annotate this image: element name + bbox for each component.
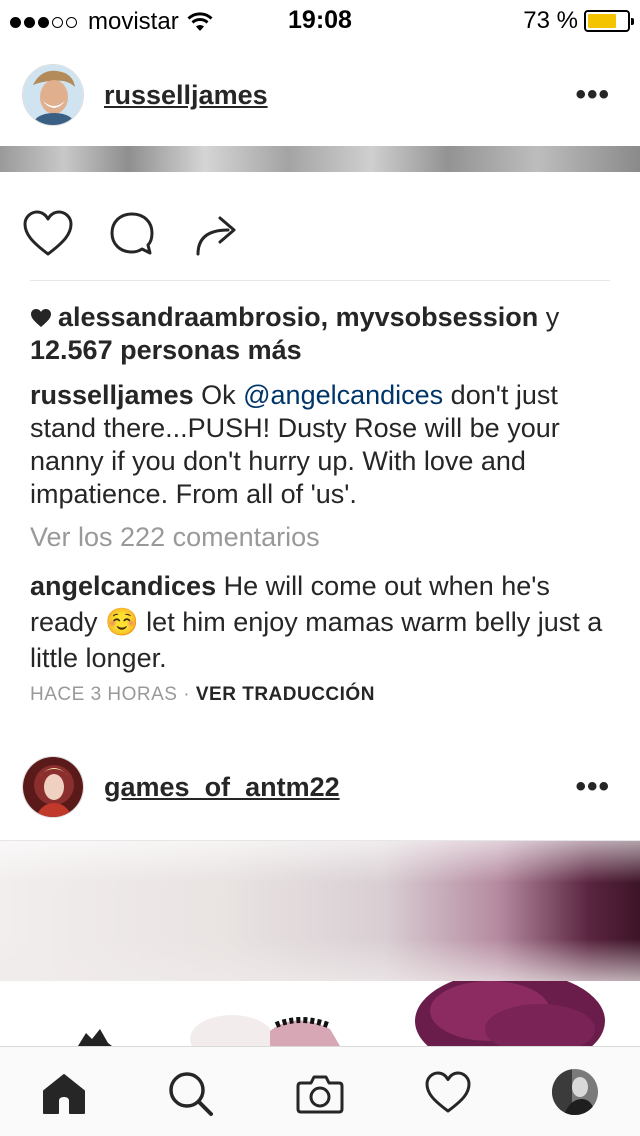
likes-users[interactable]: alessandraambrosio, myvsobsession [58, 302, 538, 332]
comment: angelcandices He will come out when he's… [30, 568, 620, 676]
search-icon[interactable] [166, 1069, 214, 1117]
status-right: 73 % [523, 7, 634, 35]
like-heart-icon[interactable] [22, 210, 74, 258]
likes-others[interactable]: 12.567 personas más [30, 335, 302, 365]
post-meta: HACE 3 HORAS · VER TRADUCCIÓN [30, 684, 375, 706]
post-caption: russelljames Ok @angelcandices don't jus… [30, 379, 620, 511]
caption-mention-link[interactable]: @angelcandices [243, 380, 443, 410]
post-header: russelljames ••• [0, 49, 640, 141]
home-icon[interactable] [40, 1069, 88, 1117]
caption-author[interactable]: russelljames [30, 380, 194, 410]
status-bar: movistar 19:08 73 % [0, 0, 640, 40]
post-actions [0, 200, 640, 270]
actions-divider [30, 280, 610, 281]
more-options-button[interactable]: ••• [575, 80, 610, 110]
post-username-2[interactable]: games_of_antm22 [104, 772, 340, 803]
post-username[interactable]: russelljames [104, 80, 268, 111]
view-comments-link[interactable]: Ver los 222 comentarios [30, 521, 620, 554]
profile-icon[interactable] [552, 1069, 598, 1115]
likes-conjunction: y [538, 302, 560, 332]
tab-bar [0, 1046, 640, 1136]
caption-text-before: Ok [193, 380, 244, 410]
post-time: HACE 3 HORAS [30, 684, 178, 705]
post-image-2-lower[interactable] [0, 981, 640, 1046]
avatar[interactable] [22, 64, 84, 126]
more-options-button-2[interactable]: ••• [575, 772, 610, 802]
post-header-2: games_of_antm22 ••• [0, 741, 640, 833]
heart-icon[interactable] [424, 1069, 472, 1117]
likes-summary: alessandraambrosio, myvsobsession y 12.56… [30, 301, 620, 367]
likes-heart-icon [31, 309, 51, 327]
camera-icon[interactable] [296, 1069, 344, 1117]
comment-author[interactable]: angelcandices [30, 571, 216, 601]
avatar-2[interactable] [22, 756, 84, 818]
translate-link[interactable]: VER TRADUCCIÓN [196, 684, 375, 705]
comment-icon[interactable] [108, 210, 156, 258]
battery-percent: 73 % [523, 7, 578, 34]
post-image-2-overlay [0, 841, 640, 981]
post-image[interactable] [0, 146, 640, 172]
battery-icon [584, 10, 634, 32]
share-icon[interactable] [194, 210, 240, 258]
meta-separator: · [177, 684, 196, 705]
comment-emoji: ☺️ [105, 607, 139, 637]
